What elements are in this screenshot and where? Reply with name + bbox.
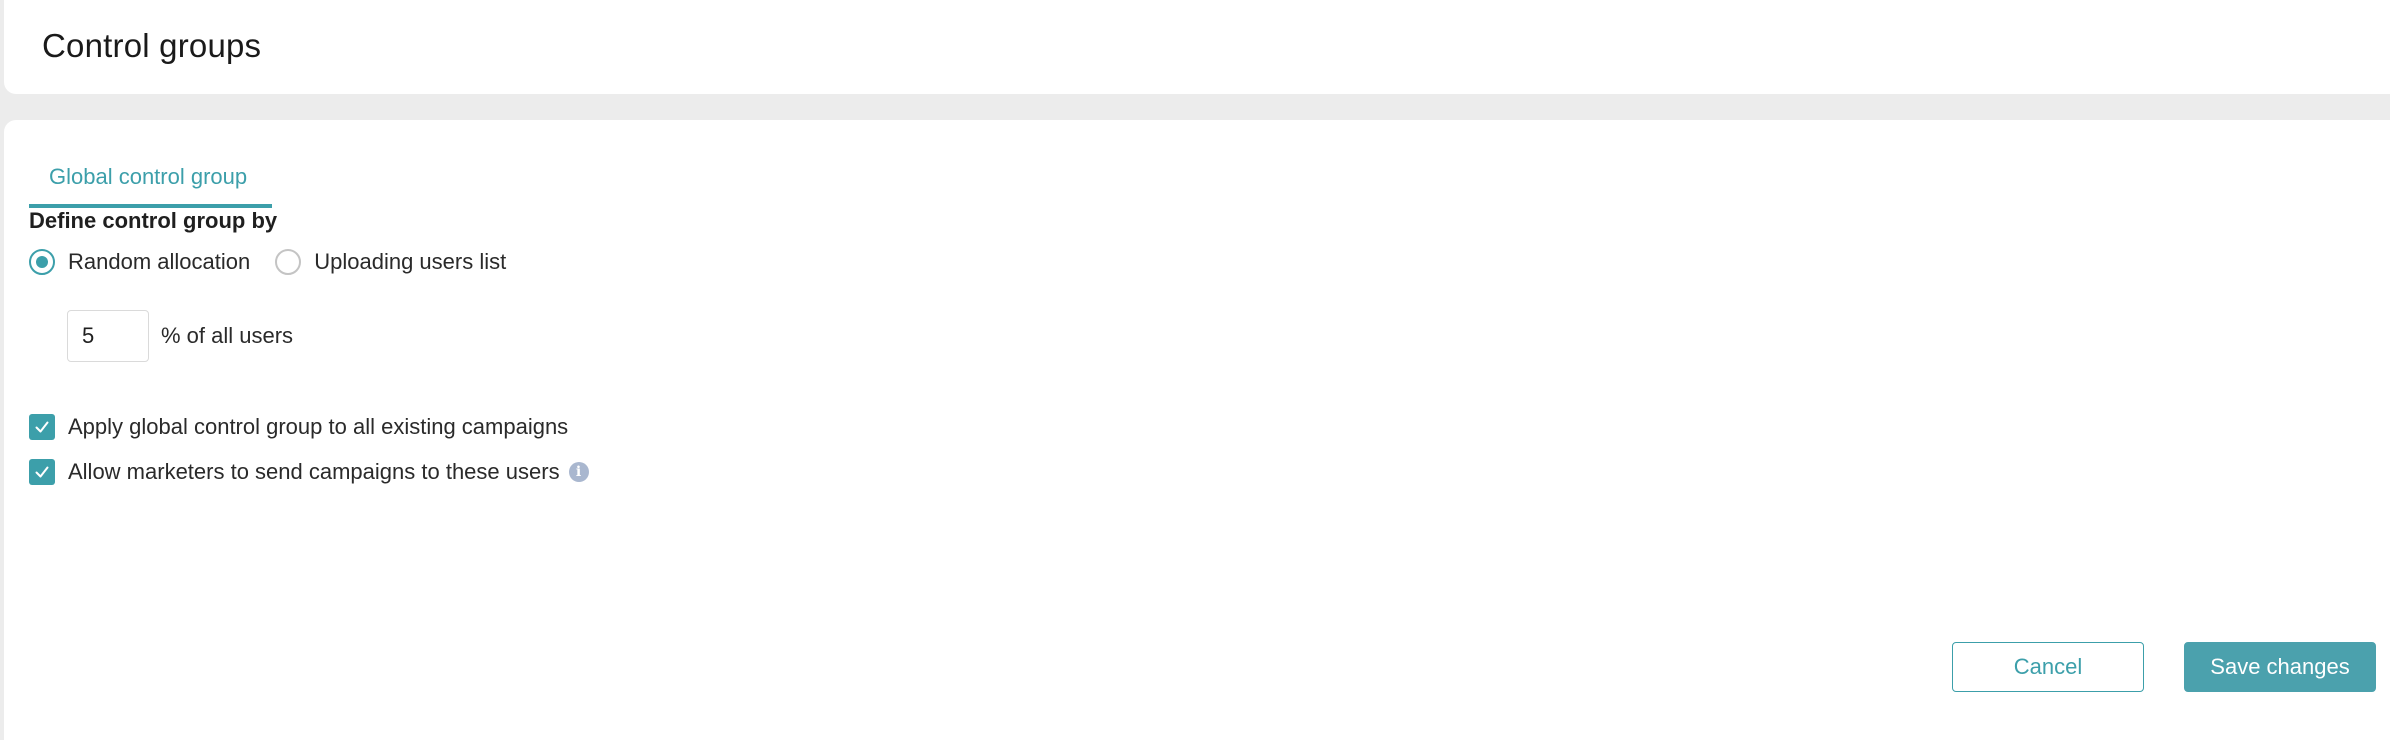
radio-uploading-users-list[interactable] [275,249,302,275]
control-group-panel: Global control group Define control grou… [4,120,2390,740]
allocation-radio-group: Random allocation Uploading users list [29,248,506,276]
tab-label: Global control group [49,164,248,189]
info-icon[interactable]: i [568,462,589,482]
checkmark-icon [35,466,49,478]
apply-existing-campaigns-label: Apply global control group to all existi… [68,414,569,439]
allow-marketers-checkbox[interactable] [29,459,55,485]
radio-random-allocation-label[interactable]: Random allocation [68,249,250,275]
radio-uploading-users-list-label[interactable]: Uploading users list [314,249,506,275]
checkmark-icon [35,421,49,433]
percent-label: % of all users [161,323,294,348]
allow-marketers-label: Allow marketers to send campaigns to the… [68,459,560,484]
page-title: Control groups [42,27,262,64]
apply-existing-campaigns-row: Apply global control group to all existi… [29,413,568,441]
save-changes-button[interactable]: Save changes [2184,642,2376,692]
define-control-group-label: Define control group by [29,208,278,233]
radio-random-allocation[interactable] [29,249,55,275]
allow-marketers-row: Allow marketers to send campaigns to the… [29,458,589,486]
apply-existing-campaigns-checkbox[interactable] [29,414,55,440]
tab-global-control-group[interactable]: Global control group [29,144,272,208]
page-header: Control groups [4,0,2390,94]
cancel-button[interactable]: Cancel [1952,642,2144,692]
percent-input[interactable] [67,310,149,362]
percent-row: % of all users [67,310,293,362]
